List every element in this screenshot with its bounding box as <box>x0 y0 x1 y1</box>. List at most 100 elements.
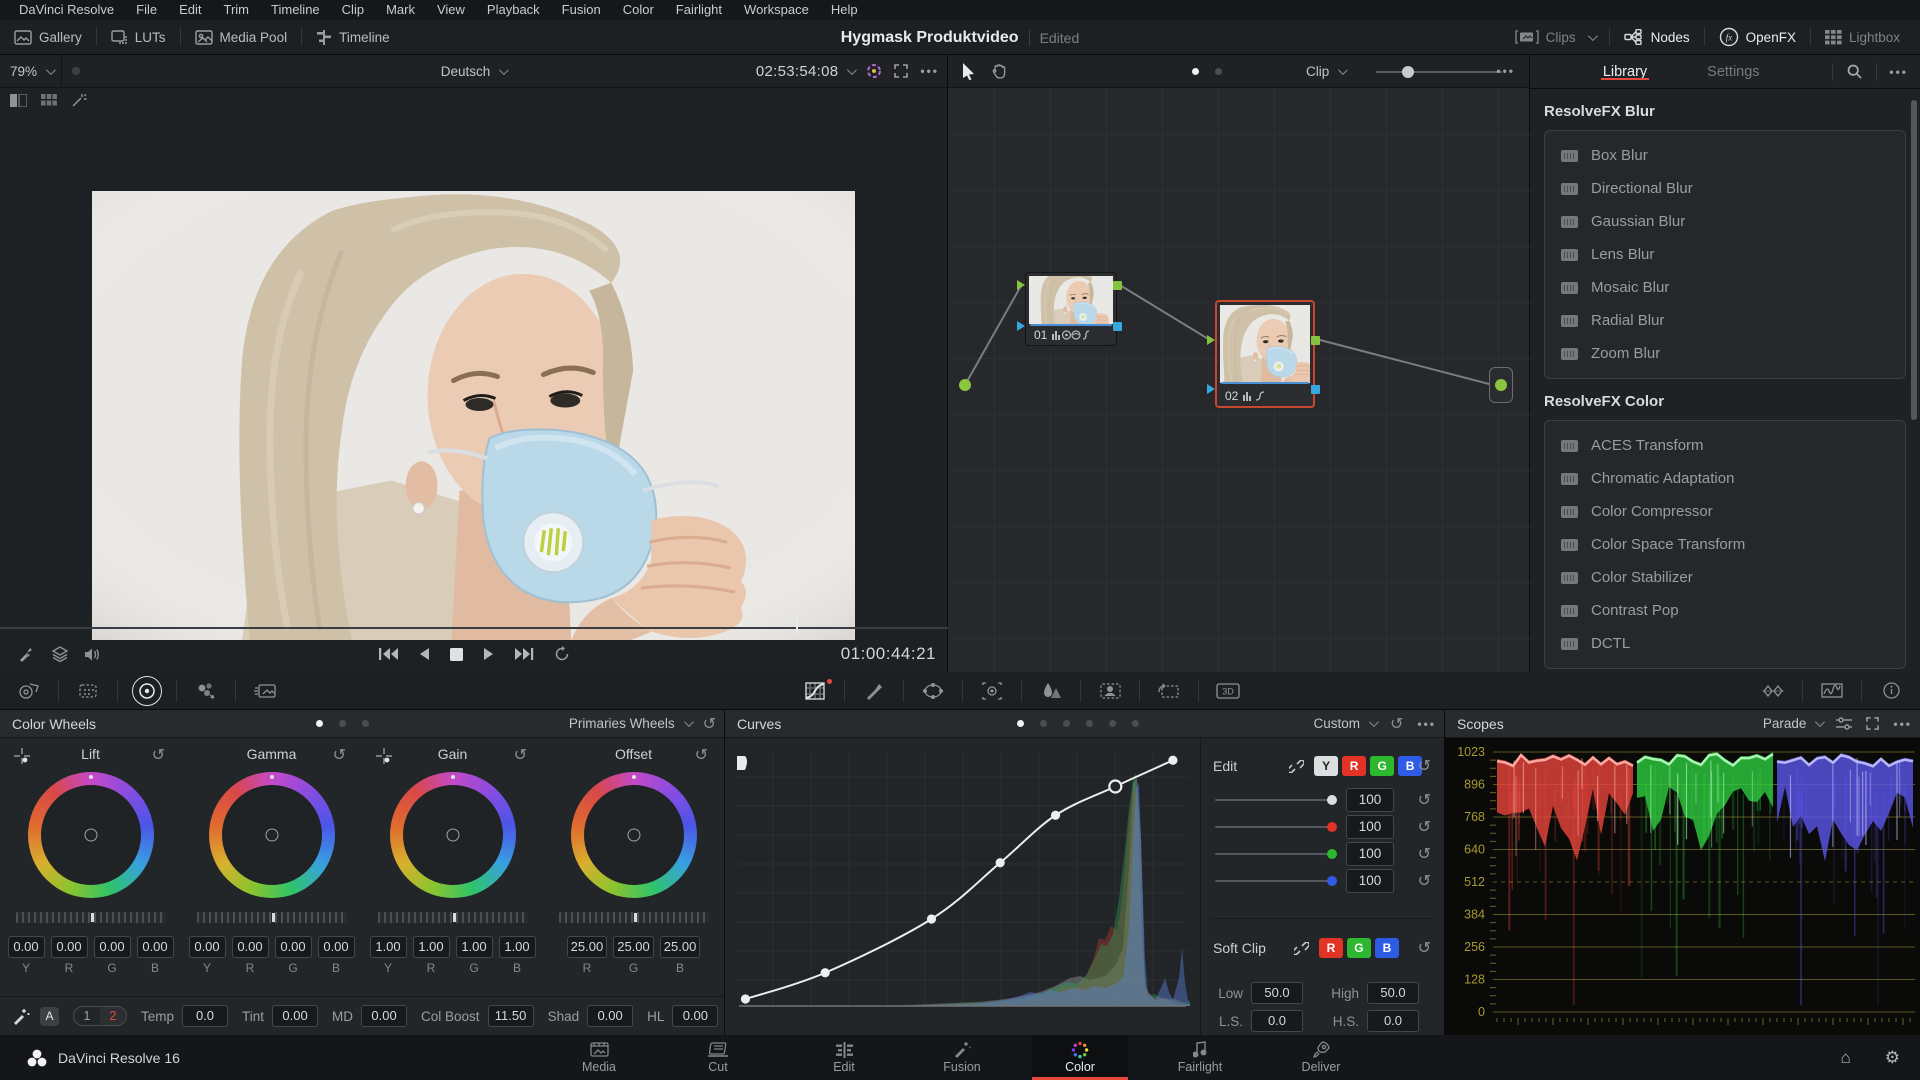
settings-gear-icon[interactable]: ⚙ <box>1885 1048 1900 1068</box>
page-tab-edit[interactable]: Edit <box>796 1035 892 1080</box>
page-tab-fusion[interactable]: Fusion <box>914 1035 1010 1080</box>
toolbar-button-luts[interactable]: LUTs <box>97 20 180 54</box>
color-wheels-palette-icon[interactable] <box>118 681 176 701</box>
go-to-start-button[interactable] <box>379 647 398 661</box>
viewer-canvas[interactable]: 01:00:44:21 <box>0 112 948 672</box>
value-box[interactable]: 0.00 <box>51 936 88 958</box>
viewer-options-icon[interactable]: ••• <box>920 64 939 78</box>
field-value[interactable]: 0.0 <box>1367 1010 1419 1032</box>
reset-gain-icon[interactable]: ↺ <box>514 747 527 763</box>
scope-options-icon[interactable]: ••• <box>1893 717 1912 731</box>
key-input-port[interactable] <box>1017 321 1025 331</box>
adjust-value[interactable]: 0.00 <box>587 1005 633 1027</box>
wheel-center-handle[interactable] <box>627 829 640 842</box>
menu-workspace[interactable]: Workspace <box>733 0 820 20</box>
menu-playback[interactable]: Playback <box>476 0 551 20</box>
corrector-node-01[interactable]: 01 <box>1025 272 1117 346</box>
channel-value[interactable]: 100 <box>1346 869 1394 893</box>
value-box[interactable]: 1.00 <box>413 936 450 958</box>
fx-item-lens-blur[interactable]: Lens Blur <box>1545 238 1905 271</box>
search-icon[interactable] <box>1833 64 1876 79</box>
channel-G-button[interactable]: G <box>1347 938 1371 958</box>
tab-settings[interactable]: Settings <box>1695 64 1771 80</box>
color-viewer-icon[interactable] <box>866 63 882 79</box>
adjust-value[interactable]: 0.00 <box>672 1005 718 1027</box>
scope-mode-select[interactable]: Parade <box>1763 716 1823 731</box>
fx-item-contrast-pop[interactable]: Contrast Pop <box>1545 594 1905 627</box>
reset-lift-icon[interactable]: ↺ <box>152 747 165 763</box>
menu-fairlight[interactable]: Fairlight <box>665 0 733 20</box>
key-palette-palette-icon[interactable] <box>1081 683 1139 699</box>
channel-slider[interactable] <box>1215 799 1333 801</box>
menu-help[interactable]: Help <box>820 0 869 20</box>
rgb-input-port[interactable] <box>1207 335 1215 345</box>
value-box[interactable]: 1.00 <box>456 936 493 958</box>
value-box[interactable]: 0.00 <box>318 936 355 958</box>
blur-palette-palette-icon[interactable] <box>1022 682 1080 699</box>
page-tab-fairlight[interactable]: Fairlight <box>1152 1035 1248 1080</box>
field-value[interactable]: 50.0 <box>1251 982 1303 1004</box>
link-channels-icon[interactable] <box>1289 760 1304 773</box>
adjust-value[interactable]: 0.00 <box>272 1005 318 1027</box>
value-box[interactable]: 0.00 <box>8 936 45 958</box>
pan-crosshair-icon[interactable] <box>376 748 392 764</box>
toolbar-button-clips[interactable]: Clips <box>1501 20 1609 54</box>
channel-slider[interactable] <box>1215 880 1333 882</box>
value-box[interactable]: 1.00 <box>499 936 536 958</box>
source-input-node[interactable] <box>959 379 971 391</box>
tab-library[interactable]: Library <box>1591 64 1659 80</box>
loop-button[interactable] <box>554 646 570 662</box>
info-palette-icon[interactable] <box>1862 682 1920 699</box>
value-box[interactable]: 25.00 <box>567 936 608 958</box>
node-mode-select[interactable]: Clip <box>1306 64 1345 79</box>
fx-item-color-space-transform[interactable]: Color Space Transform <box>1545 528 1905 561</box>
menu-edit[interactable]: Edit <box>168 0 212 20</box>
reset-all-icon[interactable]: ↺ <box>703 716 716 732</box>
wheel-center-handle[interactable] <box>265 829 278 842</box>
fx-item-box-blur[interactable]: Box Blur <box>1545 139 1905 172</box>
pan-hand-icon[interactable] <box>992 63 1007 79</box>
split-screen-icon[interactable] <box>10 94 27 107</box>
key-output-port[interactable] <box>1311 385 1320 394</box>
menu-fusion[interactable]: Fusion <box>551 0 612 20</box>
reset-gamma-icon[interactable]: ↺ <box>333 747 346 763</box>
curves-page-dots[interactable] <box>1017 720 1139 727</box>
value-box[interactable]: 0.00 <box>189 936 226 958</box>
record-timecode[interactable]: 01:00:44:21 <box>841 644 936 664</box>
fx-item-mosaic-blur[interactable]: Mosaic Blur <box>1545 271 1905 304</box>
field-value[interactable]: 0.0 <box>1251 1010 1303 1032</box>
channel-slider[interactable] <box>1215 853 1333 855</box>
node-view-dots[interactable] <box>1192 68 1222 75</box>
menu-clip[interactable]: Clip <box>331 0 375 20</box>
highlight-wand-icon[interactable] <box>71 93 87 108</box>
value-box[interactable]: 1.00 <box>370 936 407 958</box>
viewer-scrub-bar[interactable] <box>0 620 948 636</box>
fx-item-radial-blur[interactable]: Radial Blur <box>1545 304 1905 337</box>
page-tab-media[interactable]: Media <box>551 1035 647 1080</box>
pointer-tool-icon[interactable] <box>962 63 976 80</box>
home-icon[interactable]: ⌂ <box>1840 1048 1850 1068</box>
wheels-mode-select[interactable]: Primaries Wheels <box>569 716 691 731</box>
expand-viewer-icon[interactable] <box>894 64 908 78</box>
page-tab-color[interactable]: Color <box>1032 1035 1128 1080</box>
channel-R-button[interactable]: R <box>1342 756 1366 776</box>
key-output-port[interactable] <box>1113 322 1122 331</box>
toolbar-button-lightbox[interactable]: Lightbox <box>1811 20 1914 54</box>
motion-effects-palette-icon[interactable] <box>236 683 294 699</box>
value-box[interactable]: 0.00 <box>137 936 174 958</box>
color-wheel-lift[interactable] <box>28 772 154 898</box>
toolbar-button-gallery[interactable]: Gallery <box>0 20 96 54</box>
rgb-input-port[interactable] <box>1017 280 1025 290</box>
fx-item-zoom-blur[interactable]: Zoom Blur <box>1545 337 1905 370</box>
adjust-value[interactable]: 0.00 <box>361 1005 407 1027</box>
color-match-palette-icon[interactable] <box>59 683 117 699</box>
master-wheel-strip-gamma[interactable] <box>197 912 347 923</box>
corrector-node-02-selected[interactable]: 02 <box>1215 300 1315 408</box>
rgb-mixer-palette-icon[interactable] <box>177 682 235 700</box>
channel-value[interactable]: 100 <box>1346 788 1394 812</box>
page-tab-deliver[interactable]: Deliver <box>1273 1035 1369 1080</box>
stop-button[interactable] <box>450 648 463 661</box>
go-to-end-button[interactable] <box>515 647 534 661</box>
curves-options-icon[interactable]: ••• <box>1417 717 1436 731</box>
reset-curves-icon[interactable]: ↺ <box>1390 716 1403 732</box>
